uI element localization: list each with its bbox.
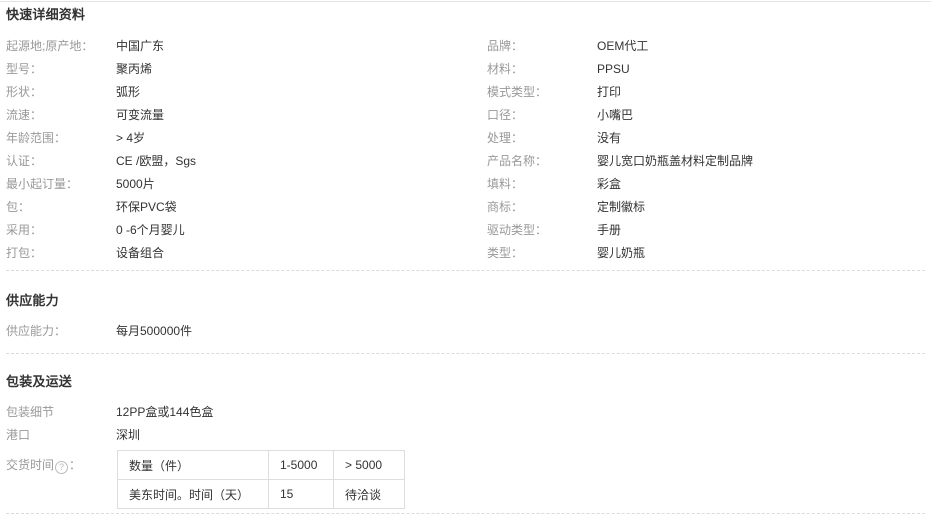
table-cell: 1-5000 xyxy=(268,450,334,480)
lead-time-label: 交货时间?： xyxy=(6,456,116,474)
attr-row: 类型： 婴儿奶瓶 xyxy=(487,242,927,265)
attr-row: 最小起订量： 5000片 xyxy=(6,173,476,196)
attr-row: 材料： PPSU xyxy=(487,58,927,81)
attr-label: 采用： xyxy=(6,223,43,237)
table-row: 数量（件） 1-5000 > 5000 xyxy=(117,450,405,480)
attr-label: 模式类型： xyxy=(487,85,548,99)
attr-label: 流速： xyxy=(6,108,43,122)
attr-value: 可变流量 xyxy=(116,108,165,122)
attr-row: 采用： 0 -6个月婴儿 xyxy=(6,219,476,242)
attr-row: 认证： CE /欧盟，Sgs xyxy=(6,150,476,173)
attr-label: 打包： xyxy=(6,246,43,260)
attr-row: 年龄范围： > 4岁 xyxy=(6,127,476,150)
table-cell: 数量（件） xyxy=(117,450,269,480)
port-row: 港口 深圳 xyxy=(0,424,931,447)
table-row: 美东时间。时间（天） 15 待洽谈 xyxy=(117,479,405,509)
attr-label: 型号： xyxy=(6,62,43,76)
attr-label: 供应能力： xyxy=(6,324,67,338)
attr-value: > 4岁 xyxy=(116,131,146,145)
supply-ability-title: 供应能力 xyxy=(6,293,59,308)
attr-value: 聚丙烯 xyxy=(116,62,153,76)
attr-value: 打印 xyxy=(597,85,622,99)
quick-details-left-column: 起源地;原产地： 中国广东 型号： 聚丙烯 形状： 弧形 流速： 可变流量 年龄范围： >… xyxy=(6,35,476,265)
attr-row: 型号： 聚丙烯 xyxy=(6,58,476,81)
lead-time-block: 交货时间?： 数量（件） 1-5000 > 5000 美东时间。时间（天） 15… xyxy=(0,450,931,512)
attr-value: 深圳 xyxy=(116,428,141,442)
divider-bottom xyxy=(6,513,925,514)
attr-row: 流速： 可变流量 xyxy=(6,104,476,127)
attr-row: 起源地;原产地： 中国广东 xyxy=(6,35,476,58)
attr-value: 手册 xyxy=(597,223,622,237)
table-cell: 美东时间。时间（天） xyxy=(117,479,269,509)
attr-value: 设备组合 xyxy=(116,246,165,260)
divider-after-supply-ability xyxy=(6,353,925,354)
table-cell: 15 xyxy=(268,479,334,509)
attr-value: 5000片 xyxy=(116,177,155,191)
attr-row: 打包： 设备组合 xyxy=(6,242,476,265)
quick-details-right-column: 品牌： OEM代工 材料： PPSU 模式类型： 打印 口径： 小嘴巴 处理： 没有 产品… xyxy=(487,35,927,265)
top-rule-divider xyxy=(0,1,931,2)
attr-label: 最小起订量： xyxy=(6,177,79,191)
attr-value: 婴儿宽口奶瓶盖材料定制品牌 xyxy=(597,154,754,168)
attr-label: 认证： xyxy=(6,154,43,168)
table-cell: > 5000 xyxy=(333,450,405,480)
attr-value: 每月500000件 xyxy=(116,324,193,338)
attr-value: 没有 xyxy=(597,131,622,145)
attr-row: 形状： 弧形 xyxy=(6,81,476,104)
attr-value: PPSU xyxy=(597,62,630,76)
quick-details-columns: 起源地;原产地： 中国广东 型号： 聚丙烯 形状： 弧形 流速： 可变流量 年龄范围： >… xyxy=(0,35,931,275)
attr-value: 定制徽标 xyxy=(597,200,646,214)
product-detail-panel: 快速详细资料 起源地;原产地： 中国广东 型号： 聚丙烯 形状： 弧形 流速： 可变流量… xyxy=(0,0,931,530)
attr-label: 材料： xyxy=(487,62,524,76)
attr-row: 产品名称： 婴儿宽口奶瓶盖材料定制品牌 xyxy=(487,150,927,173)
attr-label: 处理： xyxy=(487,131,524,145)
attr-label: 起源地;原产地： xyxy=(6,39,94,53)
attr-label: 品牌： xyxy=(487,39,524,53)
attr-value: 婴儿奶瓶 xyxy=(597,246,646,260)
attr-label: 年龄范围： xyxy=(6,131,67,145)
attr-row: 处理： 没有 xyxy=(487,127,927,150)
lead-time-table: 数量（件） 1-5000 > 5000 美东时间。时间（天） 15 待洽谈 xyxy=(117,450,405,509)
lead-time-label-text: 交货时间 xyxy=(6,458,55,472)
attr-row: 品牌： OEM代工 xyxy=(487,35,927,58)
attr-label: 填料： xyxy=(487,177,524,191)
attr-label: 形状： xyxy=(6,85,43,99)
attr-row: 模式类型： 打印 xyxy=(487,81,927,104)
section-quick-details: 快速详细资料 起源地;原产地： 中国广东 型号： 聚丙烯 形状： 弧形 流速： 可变流量… xyxy=(0,4,931,275)
supply-ability-row: 供应能力： 每月500000件 xyxy=(0,320,931,343)
section-packaging-delivery: 包装及运送 包装细节 12PP盒或144色盒 港口 深圳 交货时间?： 数量（件） … xyxy=(0,371,931,512)
attr-value: 12PP盒或144色盒 xyxy=(116,405,214,419)
attr-label: 产品名称： xyxy=(487,154,548,168)
attr-value: 小嘴巴 xyxy=(597,108,634,122)
divider-after-quick-details xyxy=(6,270,925,271)
attr-label: 口径： xyxy=(487,108,524,122)
table-cell: 待洽谈 xyxy=(333,479,405,509)
attr-row: 包： 环保PVC袋 xyxy=(6,196,476,219)
attr-value: CE /欧盟，Sgs xyxy=(116,154,197,168)
attr-row: 口径： 小嘴巴 xyxy=(487,104,927,127)
attr-label: 港口 xyxy=(6,428,31,442)
attr-value: 弧形 xyxy=(116,85,141,99)
section-supply-ability: 供应能力 供应能力： 每月500000件 xyxy=(0,290,931,343)
attr-value: OEM代工 xyxy=(597,39,649,53)
packaging-detail-row: 包装细节 12PP盒或144色盒 xyxy=(0,401,931,424)
attr-label: 驱动类型： xyxy=(487,223,548,237)
lead-time-label-colon: ： xyxy=(69,458,82,472)
attr-row: 填料： 彩盒 xyxy=(487,173,927,196)
attr-label: 商标： xyxy=(487,200,524,214)
attr-value: 环保PVC袋 xyxy=(116,200,177,214)
attr-value: 中国广东 xyxy=(116,39,165,53)
attr-row: 驱动类型： 手册 xyxy=(487,219,927,242)
attr-value: 0 -6个月婴儿 xyxy=(116,223,185,237)
packaging-delivery-title: 包装及运送 xyxy=(6,374,73,389)
attr-row: 商标： 定制徽标 xyxy=(487,196,927,219)
attr-value: 彩盒 xyxy=(597,177,622,191)
attr-label: 包装细节 xyxy=(6,405,55,419)
quick-details-title: 快速详细资料 xyxy=(6,7,86,22)
attr-label: 类型： xyxy=(487,246,524,260)
help-icon[interactable]: ? xyxy=(55,461,69,474)
attr-label: 包： xyxy=(6,200,31,214)
